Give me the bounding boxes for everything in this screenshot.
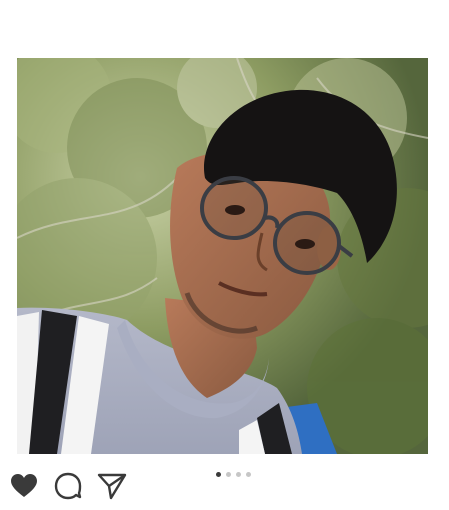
- post-card: [0, 0, 449, 510]
- carousel-dot[interactable]: [216, 472, 221, 477]
- comment-button[interactable]: [52, 470, 84, 502]
- carousel-dot[interactable]: [246, 472, 251, 477]
- carousel-dot[interactable]: [236, 472, 241, 477]
- comment-icon: [54, 472, 82, 500]
- post-photo-illustration: [17, 58, 428, 454]
- post-photo[interactable]: [17, 58, 428, 454]
- post-actions-bar: [8, 470, 128, 502]
- carousel-indicator: [216, 472, 251, 477]
- share-button[interactable]: [96, 470, 128, 502]
- send-icon: [97, 473, 127, 500]
- heart-icon: [11, 474, 37, 497]
- like-button[interactable]: [8, 470, 40, 502]
- carousel-dot[interactable]: [226, 472, 231, 477]
